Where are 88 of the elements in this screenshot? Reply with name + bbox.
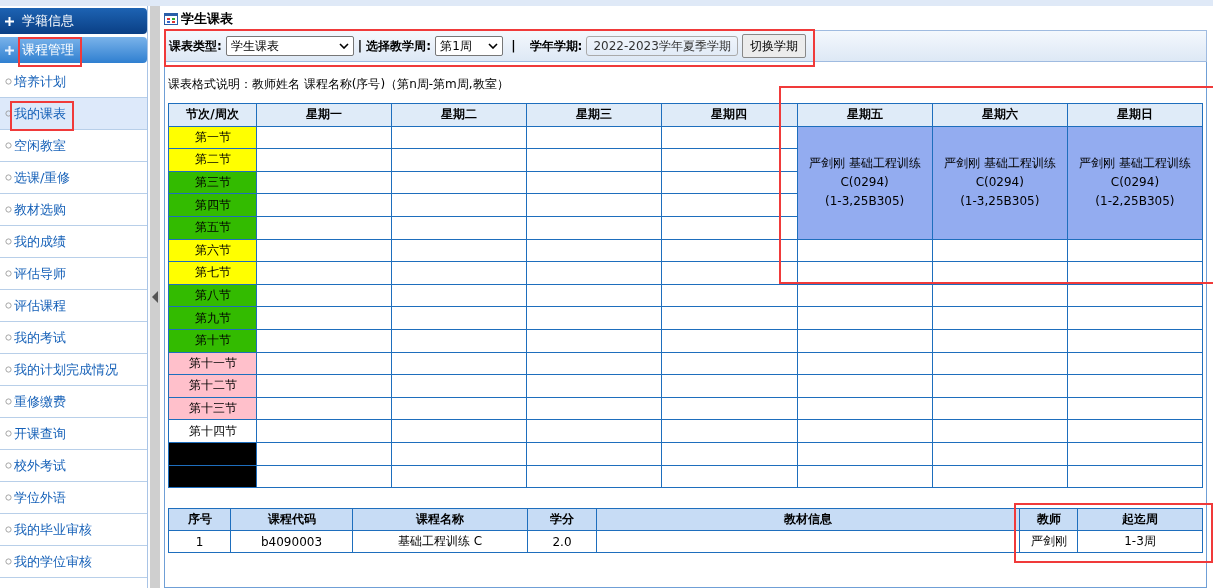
period-cell: 第三节 [168, 171, 257, 194]
column-header: 星期日 [1067, 103, 1203, 127]
sidebar-item[interactable]: 我的课表 [0, 98, 147, 130]
sidebar-item[interactable]: 选课/重修 [0, 162, 147, 194]
circle-icon [5, 494, 12, 501]
period-cell: 第十一节 [168, 352, 257, 375]
period-cell: 第四节 [168, 193, 257, 217]
circle-icon [5, 206, 12, 213]
format-legend: 课表格式说明：教师姓名 课程名称(序号)（第n周-第m周,教室） [168, 76, 1203, 93]
column-header: 星期三 [526, 103, 662, 127]
sidebar-item[interactable]: 校外考试 [0, 450, 147, 482]
course-cell: 严剑刚 基础工程训练 C(0294) (1-3,25B305) [932, 126, 1068, 240]
table-cell: 严剑刚 [1019, 530, 1078, 553]
period-cell: 第十二节 [168, 374, 257, 398]
period-cell: 第八节 [168, 284, 257, 307]
switch-term-button[interactable]: 切换学期 [741, 34, 806, 58]
column-header: 学分 [527, 508, 597, 531]
annotation-box [18, 37, 82, 67]
table-icon [164, 13, 178, 25]
timetable-type-select[interactable]: 学生课表 [225, 36, 354, 56]
circle-icon [5, 238, 12, 245]
separator: | [511, 39, 516, 53]
plus-icon [5, 16, 14, 26]
table-cell: 1-3周 [1077, 530, 1203, 553]
period-cell: 第一节 [168, 126, 257, 149]
column-header: 教师 [1019, 508, 1078, 531]
circle-icon [5, 110, 12, 117]
term-field[interactable]: 2022-2023学年夏季学期 [586, 36, 738, 56]
column-header: 序号 [168, 508, 231, 531]
period-cell: 第七节 [168, 261, 257, 285]
circle-icon [5, 526, 12, 533]
period-cell: 第六节 [168, 239, 257, 262]
table-cell: 基础工程训练 C [352, 530, 528, 553]
column-header: 节次/周次 [168, 103, 257, 127]
term-label: 学年学期: [529, 37, 583, 55]
sidebar-item[interactable]: 我的成绩 [0, 226, 147, 258]
column-header: 星期一 [256, 103, 392, 127]
circle-icon [5, 366, 12, 373]
circle-icon [5, 302, 12, 309]
column-header: 星期二 [391, 103, 527, 127]
circle-icon [5, 430, 12, 437]
column-header: 课程代码 [230, 508, 353, 531]
table-cell: b4090003 [230, 530, 353, 553]
period-cell: 第十节 [168, 329, 257, 353]
page-title: 学生课表 [181, 10, 233, 28]
period-cell: 第五节 [168, 216, 257, 240]
column-header: 星期六 [932, 103, 1068, 127]
circle-icon [5, 174, 12, 181]
circle-icon [5, 398, 12, 405]
circle-icon [5, 334, 12, 341]
plus-icon [5, 45, 14, 55]
caret-icon [338, 43, 349, 49]
course-cell: 严剑刚 基础工程训练 C(0294) (1-3,25B305) [797, 126, 933, 240]
period-cell: 第九节 [168, 306, 257, 330]
column-header: 星期五 [797, 103, 933, 127]
sidebar-item[interactable]: 开课查询 [0, 418, 147, 450]
circle-icon [5, 558, 12, 565]
period-cell: 第二节 [168, 148, 257, 172]
sidebar-item[interactable]: 空闲教室 [0, 130, 147, 162]
sidebar-item[interactable]: 我的计划完成情况 [0, 354, 147, 386]
sidebar-item[interactable]: 我的毕业审核 [0, 514, 147, 546]
sidebar-item[interactable]: 评估导师 [0, 258, 147, 290]
annotation-box [10, 100, 74, 131]
sidebar-item[interactable]: 重修缴费 [0, 386, 147, 418]
column-header: 起迄周 [1077, 508, 1203, 531]
table-cell: 1 [168, 530, 231, 553]
caret-icon [488, 43, 499, 49]
timetable-type-label: 课表类型: [169, 37, 222, 55]
period-cell: 第十四节 [168, 419, 257, 443]
period-cell: 第十三节 [168, 397, 257, 420]
week-label: | 选择教学周: [357, 37, 432, 55]
column-header: 教材信息 [596, 508, 1020, 531]
sidebar-item[interactable]: 学位外语 [0, 482, 147, 514]
collapse-arrow-icon[interactable] [152, 291, 158, 303]
week-select[interactable]: 第1周 [435, 36, 504, 56]
sidebar-item[interactable]: 我的学位审核 [0, 546, 147, 578]
circle-icon [5, 78, 12, 85]
column-header: 星期四 [661, 103, 798, 127]
course-cell: 严剑刚 基础工程训练 C(0294) (1-2,25B305) [1067, 126, 1203, 240]
circle-icon [5, 270, 12, 277]
sidebar-section-header[interactable]: 学籍信息 [0, 8, 147, 34]
column-header: 课程名称 [352, 508, 528, 531]
sidebar-item[interactable]: 评估课程 [0, 290, 147, 322]
table-cell: 2.0 [527, 530, 597, 553]
sidebar-item[interactable]: 教材选购 [0, 194, 147, 226]
sidebar-item[interactable]: 我的考试 [0, 322, 147, 354]
circle-icon [5, 142, 12, 149]
circle-icon [5, 462, 12, 469]
